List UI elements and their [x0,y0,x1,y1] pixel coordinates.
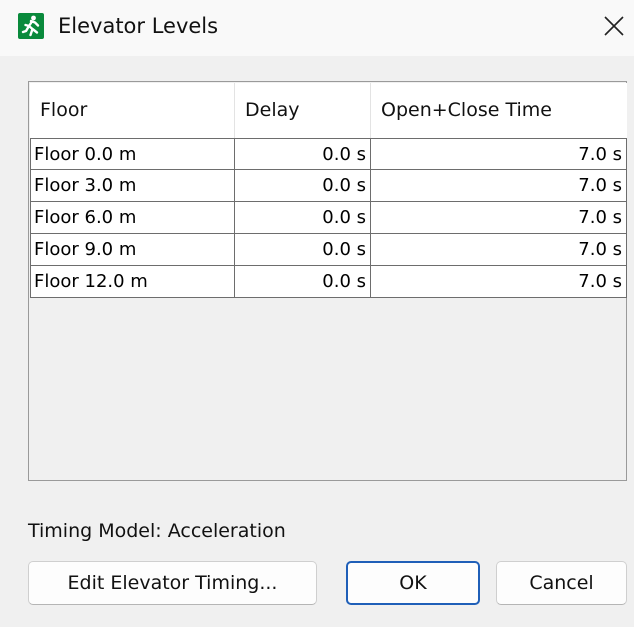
floors-grid: Floor Delay Open+Close Time Floor 0.0 m … [30,83,627,298]
floors-table[interactable]: Floor Delay Open+Close Time Floor 0.0 m … [28,81,627,481]
elevator-levels-dialog: Elevator Levels Floor Delay Open+Close T… [0,0,634,627]
floor-cell[interactable]: Floor 0.0 m [30,138,235,170]
delay-cell[interactable]: 0.0 s [235,138,371,170]
floor-cell[interactable]: Floor 12.0 m [30,266,235,298]
edit-elevator-timing-button[interactable]: Edit Elevator Timing... [28,561,317,605]
floor-cell[interactable]: Floor 6.0 m [30,202,235,234]
running-man-exit-icon [18,13,44,39]
table-row[interactable]: Floor 3.0 m 0.0 s 7.0 s [30,170,627,202]
open-close-time-cell[interactable]: 7.0 s [371,138,627,170]
delay-cell[interactable]: 0.0 s [235,266,371,298]
delay-cell[interactable]: 0.0 s [235,170,371,202]
table-row[interactable]: Floor 0.0 m 0.0 s 7.0 s [30,138,627,170]
delay-cell[interactable]: 0.0 s [235,202,371,234]
column-header-delay[interactable]: Delay [235,83,371,138]
table-row[interactable]: Floor 6.0 m 0.0 s 7.0 s [30,202,627,234]
open-close-time-cell[interactable]: 7.0 s [371,170,627,202]
table-row[interactable]: Floor 9.0 m 0.0 s 7.0 s [30,234,627,266]
floor-cell[interactable]: Floor 3.0 m [30,170,235,202]
title-bar: Elevator Levels [0,0,634,56]
ok-button[interactable]: OK [346,561,480,605]
table-header: Floor Delay Open+Close Time [30,83,627,138]
column-header-open-close-time[interactable]: Open+Close Time [371,83,627,138]
delay-cell[interactable]: 0.0 s [235,234,371,266]
open-close-time-cell[interactable]: 7.0 s [371,234,627,266]
open-close-time-cell[interactable]: 7.0 s [371,202,627,234]
window-title: Elevator Levels [58,14,219,38]
close-button[interactable] [598,10,630,42]
timing-model-label: Timing Model: Acceleration [28,520,286,542]
table-row[interactable]: Floor 12.0 m 0.0 s 7.0 s [30,266,627,298]
floor-cell[interactable]: Floor 9.0 m [30,234,235,266]
close-icon [604,16,624,36]
open-close-time-cell[interactable]: 7.0 s [371,266,627,298]
cancel-button[interactable]: Cancel [496,561,627,605]
column-header-floor[interactable]: Floor [30,83,235,138]
